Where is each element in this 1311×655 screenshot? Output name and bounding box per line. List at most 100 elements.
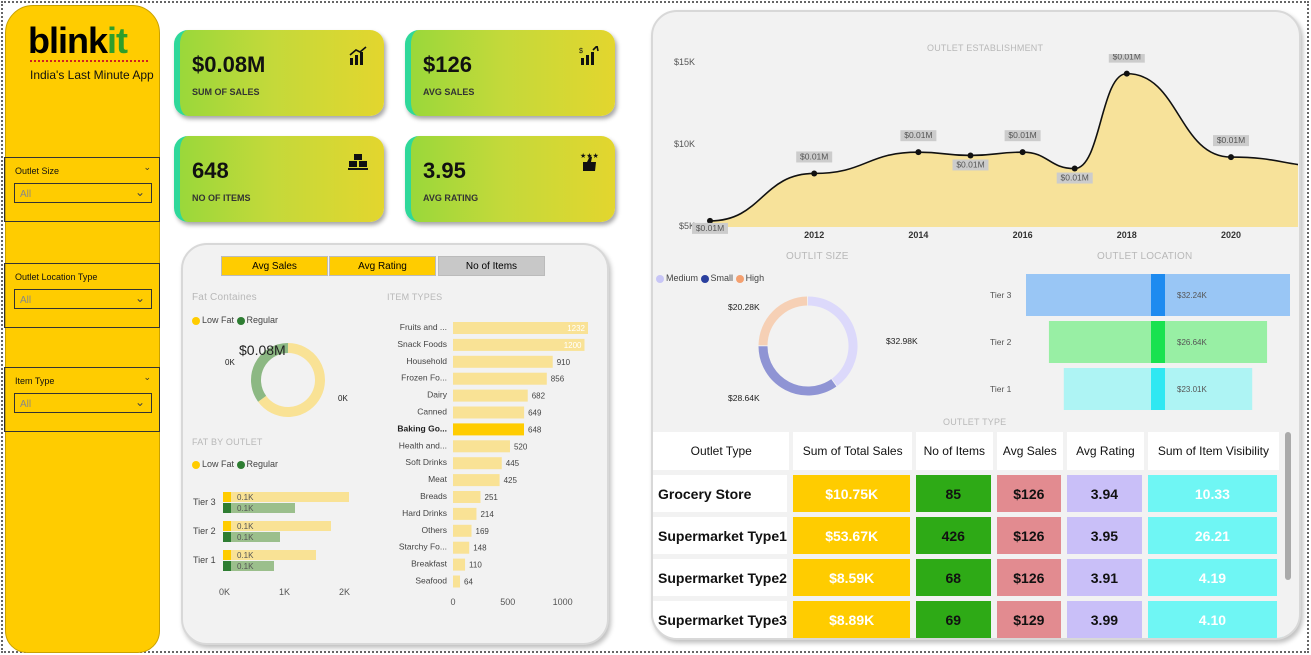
bar-regular-highlight <box>223 503 231 513</box>
spellcheck-underline <box>30 58 148 62</box>
bar-label: 1232 <box>567 324 585 333</box>
column-header[interactable]: Avg Sales <box>996 432 1067 470</box>
bar-label: 648 <box>528 425 542 434</box>
outlet-type-cell: Supermarket Type1 <box>653 517 794 554</box>
category-label: Snack Foods <box>397 339 447 349</box>
column-header[interactable]: Outlet Type <box>653 432 794 470</box>
bar-label: 520 <box>514 442 528 451</box>
slicer-outlet-location-type[interactable]: Outlet Location Type All ⌄ <box>4 263 160 328</box>
slicer-dropdown[interactable]: All ⌄ <box>14 183 152 203</box>
category-label: Health and... <box>399 440 447 450</box>
category-label: Breakfast <box>411 559 448 569</box>
slicer-item-type[interactable]: Item Type ⌄ All ⌄ <box>4 367 160 432</box>
item-bar <box>453 524 472 537</box>
table-scrollbar[interactable] <box>1285 432 1291 580</box>
slicer-label: Outlet Location Type <box>15 272 98 282</box>
kpi-caption: NO OF ITEMS <box>192 193 251 203</box>
table-cell: $126 <box>996 559 1067 596</box>
column-header[interactable]: No of Items <box>915 432 997 470</box>
chevron-down-icon[interactable]: ⌄ <box>143 162 151 173</box>
slicer-dropdown[interactable]: All ⌄ <box>14 393 152 413</box>
table-row[interactable]: Grocery Store $10.75K 85 $126 3.94 10.33 <box>653 475 1283 512</box>
legend-swatch <box>192 316 200 325</box>
table-row[interactable]: Supermarket Type1 $53.67K 426 $126 3.95 26.21 <box>653 517 1283 554</box>
no-of-items-button[interactable]: No of Items <box>438 256 545 276</box>
avg-sales-button[interactable]: Avg Sales <box>221 256 328 276</box>
item-bar <box>453 389 528 402</box>
bar-label: 169 <box>476 527 490 536</box>
x-tick-label: 0 <box>450 597 455 607</box>
fat-content-title: Fat Containes <box>192 292 257 303</box>
table-cell: 4.19 <box>1147 559 1283 596</box>
table-cell: $126 <box>996 517 1067 554</box>
kpi-card-avg-rating: 3.95 AVG RATING ★★★ <box>405 136 615 222</box>
table-cell: $8.89K <box>793 601 916 638</box>
donut-center-label: $0.08M <box>239 342 286 358</box>
data-point <box>811 170 818 177</box>
item-analysis-panel: Avg Sales Avg Rating No of Items Fat Con… <box>181 243 609 645</box>
category-label: Tier 3 <box>193 497 216 507</box>
category-label: Tier 2 <box>990 337 1012 347</box>
slicer-dropdown[interactable]: All ⌄ <box>14 289 152 309</box>
category-label: Frozen Fo... <box>401 373 447 383</box>
item-bar <box>453 474 500 487</box>
svg-text:$: $ <box>579 48 583 55</box>
item-bar <box>453 558 466 571</box>
avg-rating-button[interactable]: Avg Rating <box>329 256 436 276</box>
column-header[interactable]: Sum of Item Visibility <box>1147 432 1283 470</box>
donut-slice <box>807 296 858 386</box>
item-bar <box>453 355 553 368</box>
funnel-center-bar <box>1151 274 1165 316</box>
sidebar: blinkit India's Last Minute App <box>5 5 160 653</box>
bar-label: 251 <box>485 493 499 502</box>
funnel-label: $26.64K <box>1177 338 1207 347</box>
item-bar <box>453 406 525 419</box>
chart-bars-icon <box>349 46 367 65</box>
bar-label: 214 <box>480 510 494 519</box>
chevron-down-icon[interactable]: ⌄ <box>143 372 151 383</box>
bar-label: 0.1K <box>237 533 254 542</box>
data-point <box>1019 149 1026 156</box>
category-label: Dairy <box>427 390 448 400</box>
outlet-size-legend: Medium Small High <box>656 273 764 283</box>
donut-label: 0K <box>338 394 348 403</box>
column-header[interactable]: Avg Rating <box>1066 432 1148 470</box>
brand-name-part1: blink <box>28 20 108 61</box>
item-bar <box>453 457 502 470</box>
x-tick-label: 2020 <box>1221 230 1241 240</box>
category-label: Starchy Fo... <box>399 542 447 552</box>
chevron-down-icon[interactable]: ⌄ <box>135 395 145 409</box>
x-tick-label: 1K <box>279 587 290 597</box>
table-row[interactable]: Supermarket Type3 $8.89K 69 $129 3.99 4.10 <box>653 601 1283 638</box>
kpi-card-no-of-items: 648 NO OF ITEMS <box>174 136 384 222</box>
table-cell: 85 <box>915 475 997 512</box>
bar-label: 148 <box>473 544 487 553</box>
table-row[interactable]: Supermarket Type2 $8.59K 68 $126 3.91 4.19 <box>653 559 1283 596</box>
category-label: Fruits and ... <box>400 322 447 332</box>
legend-low-fat: Low Fat <box>202 315 235 325</box>
chevron-down-icon[interactable]: ⌄ <box>135 185 145 199</box>
data-label: $0.01M <box>956 159 984 169</box>
slicer-outlet-size[interactable]: Outlet Size ⌄ All ⌄ <box>4 157 160 222</box>
table-cell: 3.91 <box>1066 559 1148 596</box>
kpi-value: $0.08M <box>192 52 266 77</box>
fat-by-outlet-chart: Tier 3 0.1K 0.1K Tier 2 0.1K 0.1K Tier 1 0.1K 0.… <box>193 492 350 597</box>
category-label: Baking Go... <box>397 423 447 433</box>
kpi-value: 3.95 <box>423 158 466 183</box>
column-header[interactable]: Sum of Total Sales <box>793 432 916 470</box>
slicer-label: Item Type <box>15 376 55 386</box>
kpi-caption: AVG SALES <box>423 87 475 97</box>
outlet-type-table: Outlet Type Sum of Total Sales No of Ite… <box>653 427 1283 638</box>
bar-label: 910 <box>557 358 571 367</box>
category-label: Household <box>406 356 447 366</box>
table-cell: $53.67K <box>793 517 916 554</box>
item-bar <box>453 507 477 520</box>
outlet-type-cell: Grocery Store <box>653 475 794 512</box>
x-tick-label: 2012 <box>804 230 824 240</box>
table-cell: 4.10 <box>1147 601 1283 638</box>
outlet-size-title: OUTLIT SIZE <box>786 251 849 262</box>
bar-label: 64 <box>464 578 473 587</box>
data-label: $0.01M <box>696 223 724 233</box>
funnel-center-bar <box>1151 321 1165 363</box>
chevron-down-icon[interactable]: ⌄ <box>135 291 145 305</box>
